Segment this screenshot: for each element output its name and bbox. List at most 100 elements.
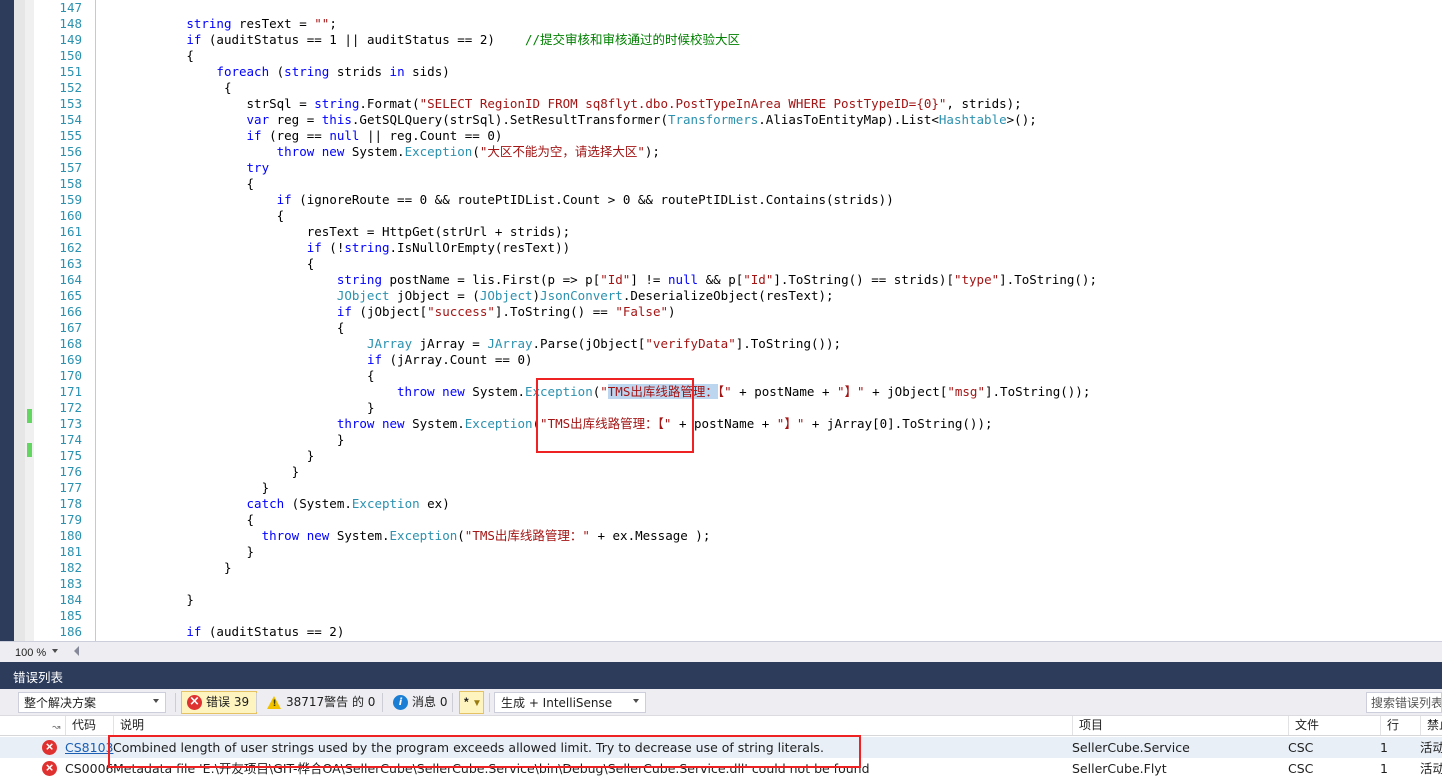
line-number: 153 <box>59 96 82 111</box>
code-line[interactable]: { <box>96 176 1097 192</box>
code-line[interactable]: string resText = ""; <box>96 16 1097 32</box>
code-line[interactable]: } <box>96 480 1097 496</box>
column-header-description[interactable]: 说明 <box>113 716 1072 735</box>
code-line[interactable] <box>96 576 1097 592</box>
code-line[interactable]: JArray jArray = JArray.Parse(jObject["ve… <box>96 336 1097 352</box>
code-line[interactable]: resText = HttpGet(strUrl + strids); <box>96 224 1097 240</box>
change-marker <box>25 290 34 306</box>
column-header-file[interactable]: 文件 <box>1288 716 1380 735</box>
change-marker <box>25 324 34 340</box>
change-marker <box>25 579 34 595</box>
line-number: 171 <box>59 384 82 399</box>
change-marker <box>25 426 34 442</box>
code-lines[interactable]: string resText = ""; if (auditStatus == … <box>96 0 1097 640</box>
horizontal-scrollbar[interactable] <box>86 643 1442 662</box>
line-number: 150 <box>59 48 82 63</box>
change-marker <box>25 307 34 323</box>
warning-icon <box>267 695 282 711</box>
code-line[interactable]: if (jObject["success"].ToString() == "Fa… <box>96 304 1097 320</box>
code-line[interactable]: throw new System.Exception("TMS出库线路管理：【"… <box>96 416 1097 432</box>
code-line[interactable]: JObject jObject = (JObject)JsonConvert.D… <box>96 288 1097 304</box>
table-row[interactable]: CS8103Combined length of user strings us… <box>0 737 1442 758</box>
chevron-down-icon[interactable] <box>153 699 159 703</box>
code-line[interactable]: if (auditStatus == 2) <box>96 624 1097 640</box>
scroll-left-arrow-icon[interactable] <box>74 646 79 656</box>
filter-funnel-icon: ▼ <box>472 698 482 709</box>
chevron-down-icon[interactable] <box>52 649 58 653</box>
change-tracking-margin <box>25 0 34 641</box>
code-line[interactable] <box>96 608 1097 624</box>
chevron-down-icon[interactable] <box>633 699 639 703</box>
line-number: 159 <box>59 192 82 207</box>
code-editor[interactable]: 147 148 149 150 151 152 153 154 155 156 157 158 159 1… <box>0 0 1442 641</box>
error-list-titlebar[interactable]: 错误列表 <box>0 662 1442 689</box>
table-row[interactable]: CS0006Metadata file 'E:\开友项目\GIT-桦合OA\Se… <box>0 758 1442 779</box>
error-grid-header: ↝ 代码 说明 项目 文件 行 禁止 <box>0 716 1442 736</box>
code-line[interactable]: if (auditStatus == 1 || auditStatus == 2… <box>96 32 1097 48</box>
code-line[interactable]: { <box>96 208 1097 224</box>
change-marker <box>25 273 34 289</box>
editor-indicator-margin <box>14 0 25 641</box>
code-line[interactable]: { <box>96 320 1097 336</box>
code-line[interactable]: string postName = lis.First(p => p["Id"]… <box>96 272 1097 288</box>
code-line[interactable]: if (jArray.Count == 0) <box>96 352 1097 368</box>
line-number: 152 <box>59 80 82 95</box>
code-line[interactable]: } <box>96 560 1097 576</box>
error-list-panel: 错误列表 整个解决方案 错误 39 38717警告 的 0 <box>0 662 1442 781</box>
line-number: 178 <box>59 496 82 511</box>
code-line[interactable]: { <box>96 368 1097 384</box>
code-line[interactable] <box>96 0 1097 16</box>
error-code-link[interactable]: CS8103 <box>65 737 113 758</box>
messages-filter-button[interactable]: 消息 0 <box>388 691 454 714</box>
code-line[interactable]: var reg = this.GetSQLQuery(strSql).SetRe… <box>96 112 1097 128</box>
errors-filter-button[interactable]: 错误 39 <box>181 691 258 714</box>
code-line[interactable]: catch (System.Exception ex) <box>96 496 1097 512</box>
line-number: 170 <box>59 368 82 383</box>
code-line[interactable]: } <box>96 544 1097 560</box>
error-list-body: 整个解决方案 错误 39 38717警告 的 0 消息 0 <box>0 689 1442 781</box>
column-header-code[interactable]: 代码 <box>65 716 113 735</box>
clear-filter-button[interactable]: * ▼ <box>459 691 484 714</box>
change-marker <box>25 239 34 255</box>
code-line[interactable]: { <box>96 80 1097 96</box>
code-line[interactable]: if (!string.IsNullOrEmpty(resText)) <box>96 240 1097 256</box>
code-text-area[interactable]: string resText = ""; if (auditStatus == … <box>96 0 1442 641</box>
column-header-project[interactable]: 项目 <box>1072 716 1288 735</box>
code-line[interactable]: { <box>96 512 1097 528</box>
code-line[interactable]: } <box>96 448 1097 464</box>
code-line[interactable]: throw new System.Exception("TMS出库线路管理：" … <box>96 528 1097 544</box>
column-header-suppression[interactable]: 禁止 <box>1420 716 1442 735</box>
column-header-icon[interactable]: ↝ <box>0 716 65 735</box>
change-marker <box>25 528 34 544</box>
zoom-level-combobox[interactable]: 100 % <box>11 644 69 661</box>
code-line[interactable]: if (ignoreRoute == 0 && routePtIDList.Co… <box>96 192 1097 208</box>
scope-filter-combobox[interactable]: 整个解决方案 <box>18 692 166 713</box>
code-line[interactable]: } <box>96 400 1097 416</box>
code-line[interactable]: throw new System.Exception("大区不能为空，请选择大区… <box>96 144 1097 160</box>
code-line[interactable]: if (reg == null || reg.Count == 0) <box>96 128 1097 144</box>
code-line[interactable]: strSql = string.Format("SELECT RegionID … <box>96 96 1097 112</box>
code-line[interactable]: try <box>96 160 1097 176</box>
build-source-combobox[interactable]: 生成 + IntelliSense <box>494 692 646 713</box>
change-marker <box>25 375 34 391</box>
change-marker <box>25 222 34 238</box>
line-number: 161 <box>59 224 82 239</box>
line-number: 172 <box>59 400 82 415</box>
code-line[interactable]: } <box>96 432 1097 448</box>
line-number: 169 <box>59 352 82 367</box>
code-line[interactable]: { <box>96 48 1097 64</box>
code-line[interactable]: { <box>96 256 1097 272</box>
change-marker <box>25 545 34 561</box>
change-marker <box>25 409 34 425</box>
warnings-filter-button[interactable]: 38717警告 的 0 <box>262 691 382 714</box>
code-line[interactable]: } <box>96 464 1097 480</box>
search-error-list-input[interactable]: 搜索错误列表 <box>1366 692 1442 713</box>
change-marker <box>25 188 34 204</box>
code-line[interactable]: throw new System.Exception("TMS出库线路管理：【"… <box>96 384 1097 400</box>
column-header-line[interactable]: 行 <box>1380 716 1420 735</box>
line-number: 167 <box>59 320 82 335</box>
line-number: 186 <box>59 624 82 639</box>
change-marker <box>25 154 34 170</box>
code-line[interactable]: foreach (string strids in sids) <box>96 64 1097 80</box>
code-line[interactable]: } <box>96 592 1097 608</box>
